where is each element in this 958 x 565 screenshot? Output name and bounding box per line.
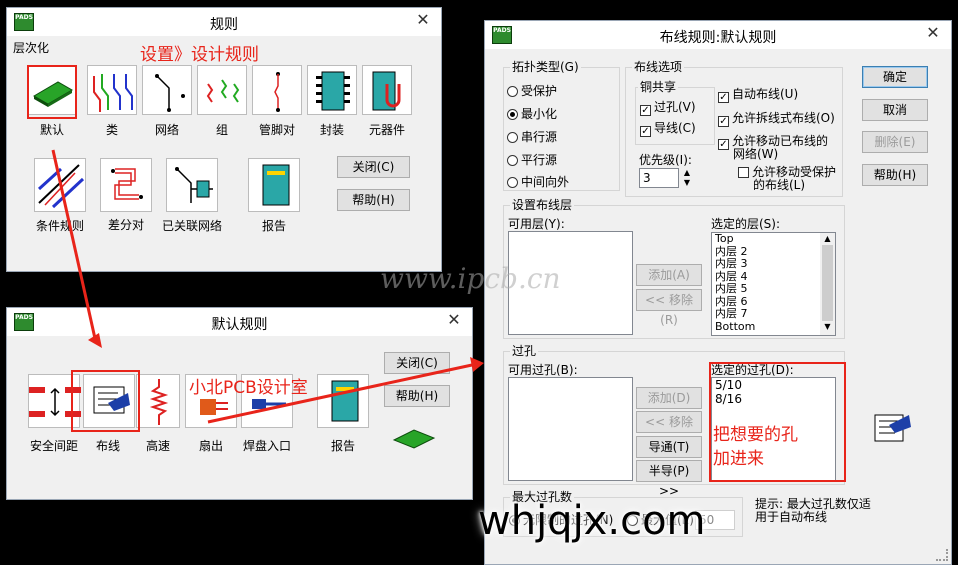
conditional-rules-tool-button[interactable] xyxy=(34,158,86,212)
help-button[interactable]: 帮助(H) xyxy=(862,164,928,186)
report-tool-button-2[interactable] xyxy=(317,374,369,428)
available-vias-label: 可用过孔(B): xyxy=(508,363,578,377)
rules-title: 规则 xyxy=(210,17,238,33)
highlight-default-tool xyxy=(27,65,77,119)
footprint-chip-icon xyxy=(316,71,350,111)
annotation-studio: 小北PCB设计室 xyxy=(189,378,308,398)
component-chip-icon xyxy=(372,71,401,111)
via-half-button[interactable]: 半导(P) >> xyxy=(636,460,702,498)
report-tool-label-2: 报告 xyxy=(330,439,355,453)
annotation-add-vias: 把想要的孔 加进来 xyxy=(713,425,798,469)
diff-pair-tool-button[interactable] xyxy=(100,158,152,212)
linked-nets-tool-label: 已关联网络 xyxy=(161,219,222,233)
routing-options-title: 布线选项 xyxy=(632,60,685,74)
selected-layers-list[interactable]: Top 内层 2 内层 3 内层 4 内层 5 内层 6 内层 7 Bottom… xyxy=(711,232,836,336)
cancel-button[interactable]: 取消 xyxy=(862,99,928,121)
pin-pair-tool-button[interactable] xyxy=(252,65,302,115)
class-tool-button[interactable] xyxy=(87,65,137,115)
auto-route-checkbox[interactable]: ✓ 自动布线(U) xyxy=(718,87,798,103)
pad-entry-tool-label: 焊盘入口 xyxy=(242,439,291,453)
priority-label: 优先级(I): xyxy=(639,153,692,167)
layers-title: 设置布线层 xyxy=(510,198,575,212)
report-book-icon xyxy=(262,164,290,206)
delete-button[interactable]: 删除(E) xyxy=(862,131,928,153)
footprint-tool-button[interactable] xyxy=(307,65,357,115)
via-remove-button[interactable]: << 移除(M) xyxy=(636,411,702,449)
conditional-rules-icon xyxy=(37,164,85,209)
report-tool-button[interactable] xyxy=(248,158,300,212)
topo-minimize-radio[interactable]: 最小化 xyxy=(507,107,557,121)
layer-remove-button[interactable]: << 移除(R) xyxy=(636,289,702,327)
list-item[interactable]: Bottom xyxy=(712,320,835,334)
conditional-rules-tool-label: 条件规则 xyxy=(35,219,84,233)
default-rules-title: 默认规则 xyxy=(211,317,268,333)
available-layers-label: 可用层(Y): xyxy=(508,217,565,231)
allow-rip-checkbox[interactable]: ✓ 允许拆线式布线(O) xyxy=(718,111,835,127)
layers-scrollbar[interactable]: ▲ ▼ xyxy=(820,233,835,335)
via-guide-button[interactable]: 导通(T) >> xyxy=(636,436,702,474)
rules-titlebar[interactable]: PADS 规则 ✕ xyxy=(7,8,441,36)
watermark-ipcb: www.ipcb.cn xyxy=(380,262,561,295)
via-checkbox[interactable]: ✓ 过孔(V) xyxy=(640,100,696,116)
group-tool-button[interactable] xyxy=(197,65,247,115)
report-book-icon xyxy=(331,380,359,422)
allow-move-label-2: 网络(W) xyxy=(733,147,779,161)
close-icon[interactable]: ✕ xyxy=(410,10,436,30)
topo-midout-radio[interactable]: 中间向外 xyxy=(507,175,569,189)
linked-nets-tool-button[interactable] xyxy=(166,158,218,212)
routing-rules-title: 布线规则:默认规则 xyxy=(659,30,777,46)
close-icon[interactable]: ✕ xyxy=(920,23,946,43)
topo-parallel-radio[interactable]: 平行源 xyxy=(507,153,557,167)
pin-pair-icon xyxy=(274,72,280,112)
diff-pair-icon xyxy=(111,168,143,200)
highlight-routing-tool xyxy=(71,370,140,432)
list-item[interactable]: Top xyxy=(712,233,835,246)
high-speed-icon xyxy=(149,379,169,425)
resize-grip-icon[interactable] xyxy=(936,549,948,561)
trace-checkbox[interactable]: ✓ 导线(C) xyxy=(640,121,696,137)
close-icon[interactable]: ✕ xyxy=(441,310,467,330)
list-item[interactable]: 内层 3 xyxy=(712,257,835,271)
high-speed-tool-button[interactable] xyxy=(136,374,180,428)
copper-share-title: 铜共享 xyxy=(638,80,679,94)
default-rules-titlebar[interactable]: PADS 默认规则 ✕ xyxy=(7,308,472,336)
priority-spinner[interactable]: ▲ ▼ xyxy=(681,168,693,188)
hint-text: 提示: 最大过孔数仅适用于自动布线 xyxy=(755,497,871,524)
watermark-whjqjx: whjqjx.com xyxy=(478,498,706,544)
topo-serial-radio[interactable]: 串行源 xyxy=(507,130,557,144)
pcb-board-icon xyxy=(392,429,436,449)
class-traces-icon xyxy=(93,74,133,112)
hierarchy-group-label: 层次化 xyxy=(13,41,50,55)
via-add-button[interactable]: 添加(D) >> xyxy=(636,387,702,425)
linked-nets-icon xyxy=(175,167,213,203)
ok-button[interactable]: 确定 xyxy=(862,66,928,88)
selected-layers-label: 选定的层(S): xyxy=(711,217,781,231)
default-rules-close-button[interactable]: 关闭(C) xyxy=(384,352,450,374)
list-item[interactable]: 内层 5 xyxy=(712,282,835,296)
vias-title: 过孔 xyxy=(510,344,539,358)
component-tool-label: 元器件 xyxy=(368,123,405,137)
layer-add-button[interactable]: 添加(A) >> xyxy=(636,264,702,302)
allow-protect-checkbox[interactable]: 允许移动受保护 xyxy=(738,165,836,179)
default-rules-help-button[interactable]: 帮助(H) xyxy=(384,385,450,407)
report-tool-label: 报告 xyxy=(261,219,286,233)
routing-rules-titlebar[interactable]: PADS 布线规则:默认规则 ✕ xyxy=(485,21,951,49)
group-traces-icon xyxy=(206,79,240,103)
allow-protect-label-2: 的布线(L) xyxy=(753,178,806,192)
default-rules-window: PADS 默认规则 ✕ 安全间距 布线 高速 扇出 焊盘入口 报告 关闭(C) … xyxy=(6,307,473,500)
annotation-settings-design-rules: 设置》设计规则 xyxy=(140,45,259,65)
rules-window: PADS 规则 ✕ 层次化 默认 类 网络 组 管脚对 封装 元器件 条件规则 … xyxy=(6,7,442,272)
net-trace-icon xyxy=(155,74,185,112)
component-tool-button[interactable] xyxy=(362,65,412,115)
net-tool-button[interactable] xyxy=(142,65,192,115)
available-vias-list[interactable] xyxy=(508,377,633,481)
rules-close-button[interactable]: 关闭(C) xyxy=(337,156,410,178)
topology-title: 拓扑类型(G) xyxy=(510,60,581,74)
list-item[interactable]: 内层 7 xyxy=(712,307,835,321)
topo-protected-radio[interactable]: 受保护 xyxy=(507,84,557,98)
rules-help-button[interactable]: 帮助(H) xyxy=(337,189,410,211)
priority-input[interactable]: 3 xyxy=(639,168,679,188)
routing-document-icon xyxy=(874,414,911,442)
diff-pair-tool-label: 差分对 xyxy=(107,218,144,232)
